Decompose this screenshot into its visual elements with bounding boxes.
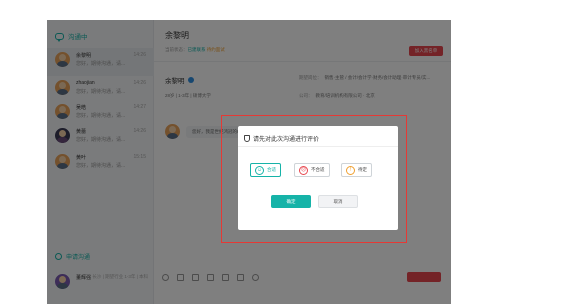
chat-app: 沟通中 余黎明 您好，期待沟通，请... 14:26 zhaojian 您好，期…	[47, 20, 451, 304]
highlight-box	[221, 115, 407, 243]
